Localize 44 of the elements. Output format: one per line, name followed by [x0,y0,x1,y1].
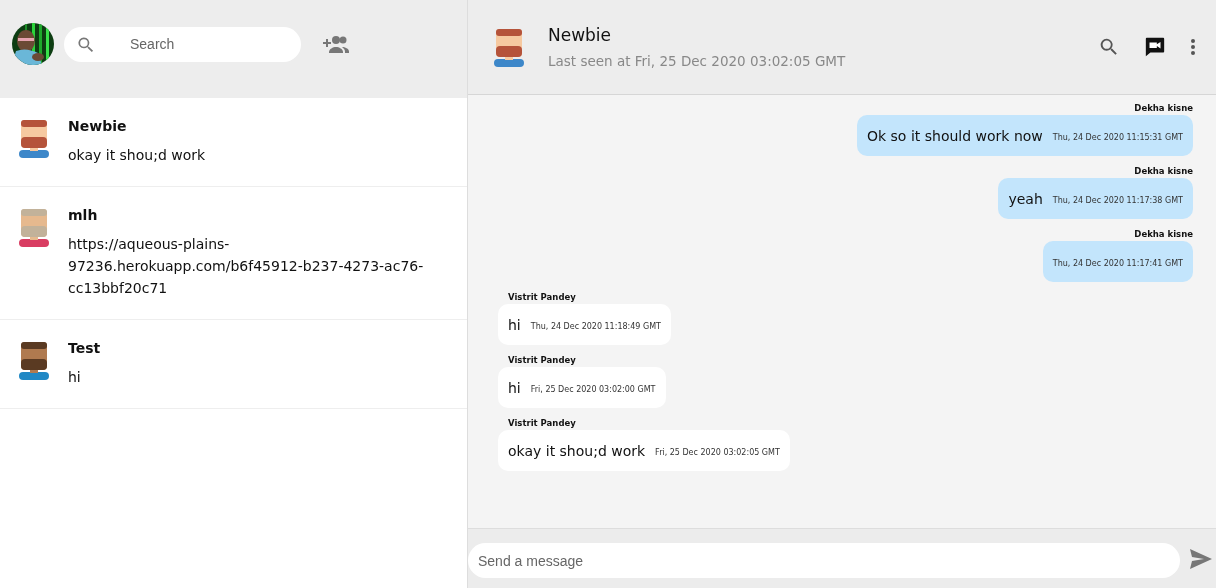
last-message: hi [68,368,82,387]
sender-name: Vistrit Pandey [507,418,576,428]
avatar-icon [17,118,51,158]
chat-list-item[interactable]: Test hi [0,320,467,409]
message-time: Thu, 24 Dec 2020 11:17:41 GMT [1052,258,1183,268]
sender-name: Dekha kisne [1133,229,1193,239]
search-field[interactable]: Search [64,26,301,62]
search-icon [1098,36,1120,58]
last-message: https://aqueous-plains-97236.herokuapp.com/b6f45912-b237-4273-ac76-cc13bbf20c71 [68,235,425,298]
video-message-icon [1144,36,1166,58]
message-time: Thu, 24 Dec 2020 11:18:49 GMT [530,321,661,331]
contact-name: Newbie [68,118,128,134]
add-people-icon [323,34,349,54]
message-text: hi [508,316,521,333]
sender-name: Vistrit Pandey [507,292,576,302]
message-text: yeah [1008,190,1043,207]
message-text: Ok so it should work now [867,127,1043,144]
message-time: Fri, 25 Dec 2020 03:02:00 GMT [530,384,656,394]
message-time: Thu, 24 Dec 2020 11:15:31 GMT [1052,132,1183,142]
contact-name: Newbie [548,25,613,45]
message-input[interactable]: Send a message [468,543,1180,578]
chat-list-item[interactable]: mlh https://aqueous-plains-97236.herokuapp.com/b6f45912-b237-4273-ac76-cc13bbf20c71 [0,187,467,320]
last-message: okay it shou;d work [68,146,207,165]
last-seen: Last seen at Fri, 25 Dec 2020 03:02:05 GMT [548,53,847,69]
chat-list-item[interactable]: Newbie okay it shou;d work [0,98,467,187]
add-contact-button[interactable] [323,34,349,54]
message-text: hi [508,379,521,396]
send-button[interactable] [1190,548,1212,569]
sender-name: Dekha kisne [1133,166,1193,176]
avatar-icon [17,340,51,380]
search-button[interactable] [1098,36,1120,58]
send-icon [1190,548,1212,569]
message-time: Fri, 25 Dec 2020 03:02:05 GMT [655,447,780,457]
message-time: Thu, 24 Dec 2020 11:17:38 GMT [1052,195,1183,205]
sender-name: Dekha kisne [1133,103,1193,113]
contact-name: Test [68,340,101,356]
more-vertical-icon [1190,38,1196,56]
video-chat-button[interactable] [1144,36,1166,58]
sender-name: Vistrit Pandey [507,355,576,365]
avatar-icon [492,27,526,67]
menu-button[interactable] [1190,38,1196,56]
contact-name: mlh [68,207,99,223]
avatar-icon [17,207,51,247]
message-text: okay it shou;d work [508,442,646,459]
